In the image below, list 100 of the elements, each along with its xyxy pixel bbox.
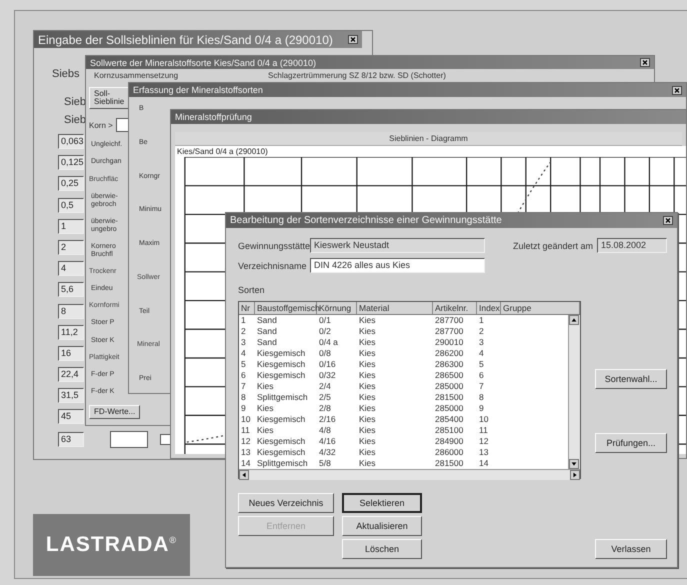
table-cell-text: Kiesgemisch [256, 359, 306, 370]
table-cell-text: 0/2 [318, 326, 332, 337]
scroll-down-icon[interactable] [569, 459, 579, 469]
checkbox[interactable] [160, 434, 171, 445]
table-cell-text: 13 [478, 447, 490, 458]
sieve-size-field[interactable]: 16 [58, 346, 84, 361]
table-cell-text: Kies [358, 436, 377, 447]
table-cell-text: 1 [240, 315, 247, 326]
section-heading: Kornzusammensetzung [94, 71, 178, 81]
table-cell-text: Kies [358, 425, 377, 436]
column-header[interactable]: Material [357, 302, 433, 314]
input-field[interactable] [116, 118, 130, 132]
dialog-button[interactable]: Löschen [342, 539, 422, 559]
table-cell-text: Kiesgemisch [256, 436, 306, 447]
scroll-right-icon[interactable] [570, 470, 580, 480]
table-cell-text: 6 [478, 370, 485, 381]
sieve-size-field[interactable]: 0,25 [58, 176, 84, 192]
sieve-size-field[interactable]: 11,2 [58, 324, 84, 340]
table-cell-text: 7 [478, 381, 485, 392]
table-cell-text: 281500 [434, 458, 464, 469]
strip-button[interactable]: FD-Werte... [89, 405, 140, 419]
dialog-button[interactable]: Selektieren [342, 493, 422, 513]
table-cell-text: Kies [358, 326, 377, 337]
table-cell-text: 0/1 [318, 315, 332, 326]
exit-button[interactable]: Verlassen [595, 539, 667, 559]
sieve-size-field[interactable]: 5,6 [58, 282, 84, 298]
sieve-size-field[interactable]: 0,125 [58, 155, 84, 170]
table-cell-text: 287700 [434, 315, 464, 326]
close-icon[interactable] [640, 58, 650, 67]
sieve-size-field[interactable]: 31,5 [58, 388, 84, 404]
table-cell-text: 8 [478, 392, 485, 403]
sieve-size-field[interactable]: 22,4 [58, 367, 84, 382]
table-cell-text: 281500 [434, 392, 464, 403]
field-label: Gewinnungsstätte [238, 240, 310, 250]
table-cell-text: 0/16 [318, 359, 337, 370]
table-cell-text: 2/16 [318, 414, 337, 425]
sieve-size-field[interactable]: 1 [58, 218, 84, 234]
table-cell-text: Kies [358, 348, 377, 359]
table-cell-text: 9 [478, 403, 485, 414]
field-label: Siebs [52, 68, 80, 80]
sieve-size-field[interactable]: 63 [58, 432, 84, 447]
scroll-up-icon[interactable] [569, 315, 579, 325]
dialog-button[interactable]: Aktualisieren [342, 516, 422, 536]
table-cell-text: 1 [478, 315, 485, 326]
column-header[interactable]: Index [477, 302, 501, 314]
sieve-size-field[interactable]: 0,063 [58, 134, 84, 149]
table-cell-text: 285000 [434, 381, 464, 392]
sieve-size-field[interactable]: 0,5 [58, 198, 84, 213]
table-cell-text: Kies [358, 447, 377, 458]
table-cell-text: 7 [240, 381, 247, 392]
table-cell-text: Kies [358, 414, 377, 425]
sieve-size-field[interactable]: 8 [58, 304, 84, 318]
column-header[interactable]: Nr [239, 302, 255, 314]
table-cell-text: 10 [478, 414, 490, 425]
column-header[interactable]: Baustoffgemisch [255, 302, 317, 314]
table-cell-text: 0/8 [318, 348, 332, 359]
window-title: Bearbeitung der Sortenverzeichnisse einer Gewinnungsstätte [230, 215, 502, 226]
table-cell-text: Sand [256, 315, 278, 326]
name-field[interactable]: DIN 4226 alles aus Kies [310, 258, 485, 273]
table-cell-text: 3 [478, 337, 485, 348]
field-label: Sieb [64, 96, 86, 108]
window-title: Erfassung der Mineralstoffsorten [133, 85, 263, 95]
table-cell-text: Splittgemisch [256, 392, 309, 403]
close-icon[interactable] [348, 35, 358, 44]
dialog-button[interactable]: Prüfungen... [595, 433, 667, 453]
input-field[interactable] [110, 430, 148, 448]
table-cell-text: 4 [478, 348, 485, 359]
table-cell-text: 285000 [434, 403, 464, 414]
table-cell-text: 12 [240, 436, 252, 447]
close-icon[interactable] [663, 216, 673, 225]
sieve-size-field[interactable]: 45 [58, 409, 84, 424]
table-cell-text: 10 [240, 414, 252, 425]
table-cell-text: 8 [240, 392, 247, 403]
sieve-size-field[interactable]: 4 [58, 261, 84, 276]
close-icon[interactable] [672, 86, 682, 94]
table-cell-text: 285400 [434, 414, 464, 425]
sieve-size-field[interactable]: 2 [58, 240, 84, 255]
table-cell-text: Kies [256, 381, 275, 392]
table-cell-text: Kiesgemisch [256, 447, 306, 458]
section-heading: Schlagzertrümmerung SZ 8/12 bzw. SD (Schotter) [268, 71, 446, 81]
scroll-left-icon[interactable] [239, 470, 249, 480]
window-title: Sollwerte der Mineralstoffsorte Kies/Sand 0/4 a (290010) [90, 58, 316, 68]
table-cell-text: 286200 [434, 348, 464, 359]
window-title: Mineralstoffprüfung [175, 112, 252, 122]
table-cell-text: 286500 [434, 370, 464, 381]
table-cell-text: 287700 [434, 326, 464, 337]
field-label: Verzeichnisname [238, 260, 308, 270]
table-cell-text: 14 [240, 458, 252, 469]
column-header[interactable]: Gruppe [501, 302, 580, 314]
table-cell-text: Kiesgemisch [256, 414, 306, 425]
field-label: Zuletzt geändert am [512, 240, 593, 250]
table-cell-text: 2 [478, 326, 485, 337]
table-cell-text: 4/32 [318, 447, 337, 458]
table-cell-text: 11 [478, 425, 489, 436]
column-header[interactable]: Artikelnr. [433, 302, 477, 314]
table-cell-text: 0/4 a [318, 337, 339, 348]
dialog-button[interactable]: Sortenwahl... [595, 369, 667, 389]
dialog-button[interactable]: Neues Verzeichnis [238, 493, 334, 513]
chart-title: Sieblinien - Diagramm [175, 132, 682, 146]
strip-button[interactable]: Soll- Sieblinie [89, 87, 130, 109]
